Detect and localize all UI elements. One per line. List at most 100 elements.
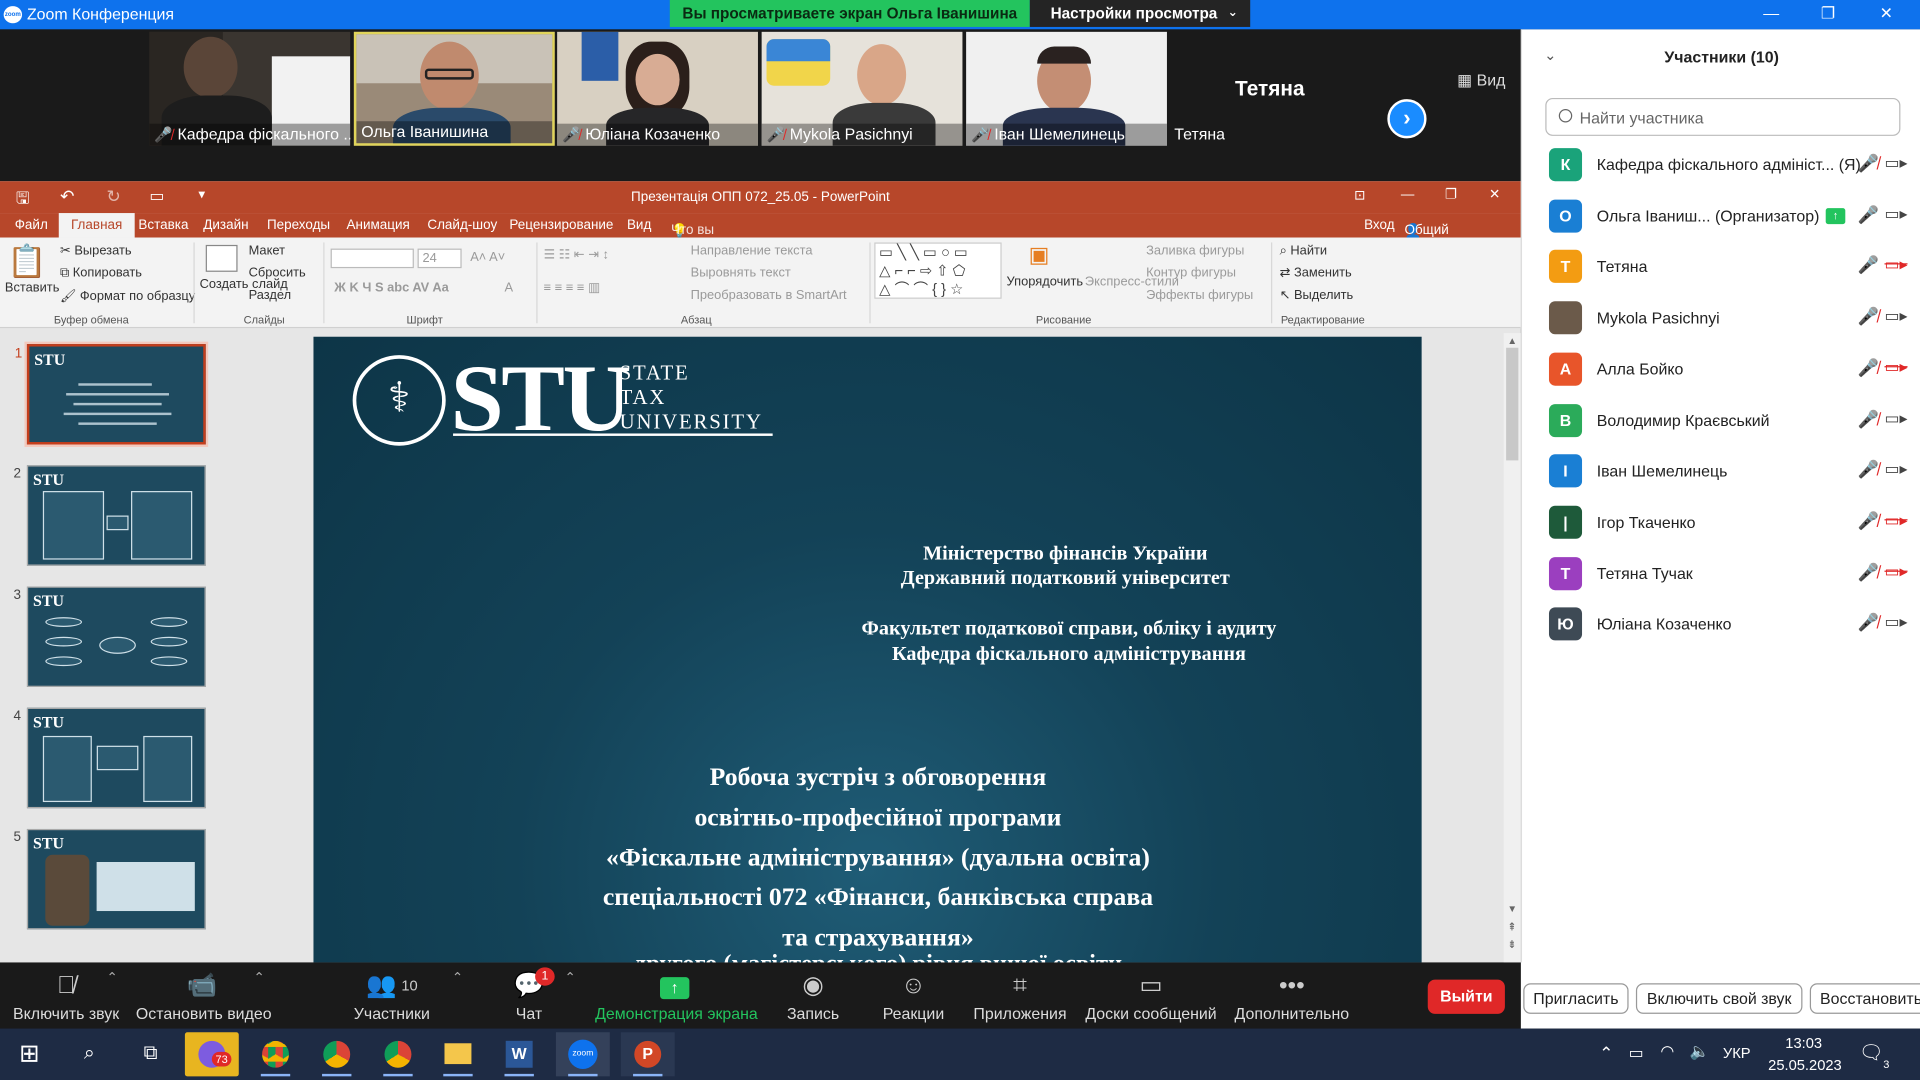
shapes-gallery[interactable]: ▭ ╲ ╲ ▭ ○ ▭ △ ⌐ ⌐ ⇨ ⇧ ⬠ △ ⌒ ⌒ { } ☆	[874, 242, 1002, 299]
format-painter-button[interactable]: 🖌 Формат по образцу	[60, 288, 195, 304]
participant-row[interactable]: Т Тетяна Тучак 🎤̸ ▭▸	[1522, 556, 1920, 607]
restore-icon[interactable]: ❐	[1821, 4, 1835, 24]
participant-search-input[interactable]: Найти участника	[1545, 97, 1901, 136]
participant-row[interactable]: В Володимир Краєвський 🎤̸ ▭▸	[1522, 403, 1920, 453]
slide-thumbnail[interactable]: 4 STU	[13, 707, 206, 809]
input-language[interactable]: УКР	[1723, 1044, 1751, 1061]
word-icon[interactable]: W	[492, 1032, 546, 1077]
section-button[interactable]: Раздел	[249, 288, 292, 303]
more-button[interactable]: ••• Дополнительно	[1233, 962, 1351, 1028]
ribbon-display-icon[interactable]: ⊡	[1354, 187, 1365, 204]
clock-time[interactable]: 13:03	[1785, 1035, 1822, 1052]
record-button[interactable]: ◉ Запись	[786, 962, 840, 1028]
reset-button[interactable]: Сбросить	[249, 266, 306, 281]
tab-design[interactable]: Дизайн	[203, 218, 248, 233]
ppt-minimize-icon[interactable]: —	[1401, 187, 1414, 202]
cut-button[interactable]: ✂ Вырезать	[60, 244, 132, 259]
participant-row[interactable]: Т Тетяна 🎤 ▭▸	[1522, 250, 1920, 300]
layout-button[interactable]: Макет	[249, 244, 285, 259]
video-tile-no-video[interactable]: Тетяна Тетяна	[1169, 31, 1371, 146]
find-button[interactable]: ⌕ Найти	[1280, 244, 1327, 260]
new-slide-button[interactable]: Создать слайд	[200, 277, 288, 292]
stop-video-button[interactable]: 📹 Остановить видео	[136, 962, 272, 1028]
whiteboards-button[interactable]: ▭ Доски сообщений	[1084, 962, 1219, 1028]
new-slide-icon[interactable]	[205, 244, 238, 272]
arrange-icon[interactable]: ▣	[1029, 242, 1050, 268]
ppt-restore-icon[interactable]: ❐	[1445, 186, 1457, 202]
shape-effects-button[interactable]: Эффекты фигуры	[1146, 288, 1253, 303]
task-view-icon[interactable]: ⧉	[124, 1032, 178, 1076]
paste-icon[interactable]: 📋	[7, 242, 47, 280]
participant-row[interactable]: І Іван Шемелинець 🎤̸ ▭▸	[1522, 454, 1920, 505]
video-options-icon[interactable]: ⌃	[253, 970, 264, 986]
apps-button[interactable]: ⌗ Приложения	[972, 962, 1068, 1028]
audio-options-icon[interactable]: ⌃	[107, 970, 118, 986]
smartart-button[interactable]: Преобразовать в SmartArt	[691, 288, 847, 303]
font-name-box[interactable]	[330, 248, 414, 269]
search-icon[interactable]: ⌕	[62, 1032, 116, 1076]
battery-icon[interactable]: ▭	[1629, 1043, 1644, 1063]
chrome-profile-icon[interactable]	[371, 1032, 425, 1077]
shape-fill-button[interactable]: Заливка фигуры	[1146, 244, 1244, 259]
reactions-button[interactable]: ☺ Реакции	[882, 962, 946, 1028]
text-direction-button[interactable]: Направление текста	[691, 244, 813, 259]
zoom-taskbar-icon[interactable]: zoom	[555, 1032, 610, 1077]
unmute-myself-button[interactable]: Включить свой звук	[1635, 983, 1803, 1014]
participant-row[interactable]: Ю Юліана Козаченко 🎤̸ ▭▸	[1522, 607, 1920, 658]
view-settings-button[interactable]: Настройки просмотра ⌄	[1029, 0, 1251, 27]
align-buttons-icon[interactable]: ≡ ≡ ≡ ≡ ▥	[544, 280, 600, 295]
select-button[interactable]: ↖ Выделить	[1280, 288, 1354, 303]
video-tile[interactable]: 🎤̸ Кафедра фіскального ...	[149, 31, 351, 146]
viber-icon[interactable]: 73	[184, 1032, 239, 1077]
font-color-icon[interactable]: A	[504, 280, 513, 295]
video-tile[interactable]: 🎤̸ Юліана Козаченко	[557, 31, 758, 146]
tab-review[interactable]: Рецензирование	[509, 218, 613, 233]
grow-shrink-font-icon[interactable]: A˄ A˅	[470, 250, 505, 265]
share-screen-button[interactable]: ↑ Демонстрация экрана	[595, 962, 758, 1028]
leave-button[interactable]: Выйти	[1427, 979, 1505, 1014]
participant-row[interactable]: А Алла Бойко 🎤̸ ▭▸	[1522, 352, 1920, 402]
tab-transitions[interactable]: Переходы	[267, 218, 330, 233]
next-videos-button[interactable]: ›	[1387, 99, 1427, 139]
arrange-button[interactable]: Упорядочить	[1007, 274, 1084, 289]
chrome-icon[interactable]	[249, 1032, 303, 1077]
video-tile[interactable]: 🎤̸ Mykola Pasichnyi	[761, 31, 963, 146]
file-explorer-icon[interactable]	[431, 1032, 485, 1077]
scroll-up-icon[interactable]: ▲	[1507, 336, 1517, 347]
tab-file[interactable]: Файл	[15, 218, 48, 233]
clock-date[interactable]: 25.05.2023	[1768, 1057, 1842, 1074]
invite-button[interactable]: Пригласить	[1523, 983, 1629, 1014]
quick-styles-button[interactable]: Экспресс-стили	[1085, 274, 1179, 289]
chrome-profile-icon[interactable]	[310, 1032, 364, 1077]
copy-button[interactable]: ⧉ Копировать	[60, 266, 142, 282]
unmute-button[interactable]: 🎙̸ Включить звук	[12, 962, 120, 1028]
ppt-close-icon[interactable]: ✕	[1489, 186, 1500, 202]
video-tile-active-speaker[interactable]: Ольга Іванишина	[353, 31, 555, 146]
participant-row[interactable]: К Кафедра фіскального адмініст... (Я) 🎤̸ ▭▸	[1522, 148, 1920, 198]
participants-button[interactable]: 👥 10 Участники	[348, 962, 436, 1028]
tab-home[interactable]: Главная	[58, 213, 135, 238]
slide-thumbnail[interactable]: 1 STU	[15, 344, 206, 445]
participant-row[interactable]: О Ольга Іваниш... (Организатор) ↑ 🎤 ▭▸	[1522, 199, 1920, 249]
wifi-icon[interactable]: ◠	[1660, 1042, 1674, 1062]
minimize-icon[interactable]: —	[1763, 4, 1779, 22]
prev-slide-icon[interactable]: ⇞	[1507, 921, 1516, 934]
tab-insert[interactable]: Вставка	[138, 218, 188, 233]
font-size-box[interactable]: 24	[417, 248, 462, 269]
view-button[interactable]: ▦ Вид	[1457, 71, 1505, 91]
windows-start-icon[interactable]: ⊞	[2, 1032, 56, 1076]
paste-button[interactable]: Вставить	[5, 280, 60, 295]
show-hidden-icons-icon[interactable]: ⌃	[1599, 1043, 1613, 1064]
powerpoint-icon[interactable]: P	[620, 1032, 675, 1077]
volume-icon[interactable]: 🔈	[1690, 1042, 1710, 1062]
slide-scrollbar[interactable]: ▲ ▼ ⇞ ⇟	[1503, 333, 1521, 963]
participants-options-icon[interactable]: ⌃	[452, 970, 463, 986]
shape-outline-button[interactable]: Контур фигуры	[1146, 266, 1236, 281]
participant-row[interactable]: Mykola Pasichnyi 🎤̸ ▭▸	[1522, 301, 1920, 351]
video-tile[interactable]: 🎤̸ Іван Шемелинець	[966, 31, 1167, 146]
notifications-icon[interactable]: 🗨	[1859, 1041, 1884, 1065]
participant-row[interactable]: | Ігор Ткаченко 🎤̸ ▭▸	[1522, 505, 1920, 556]
chat-options-icon[interactable]: ⌃	[564, 970, 575, 986]
align-text-button[interactable]: Выровнять текст	[691, 266, 791, 281]
tab-view[interactable]: Вид	[627, 218, 651, 233]
